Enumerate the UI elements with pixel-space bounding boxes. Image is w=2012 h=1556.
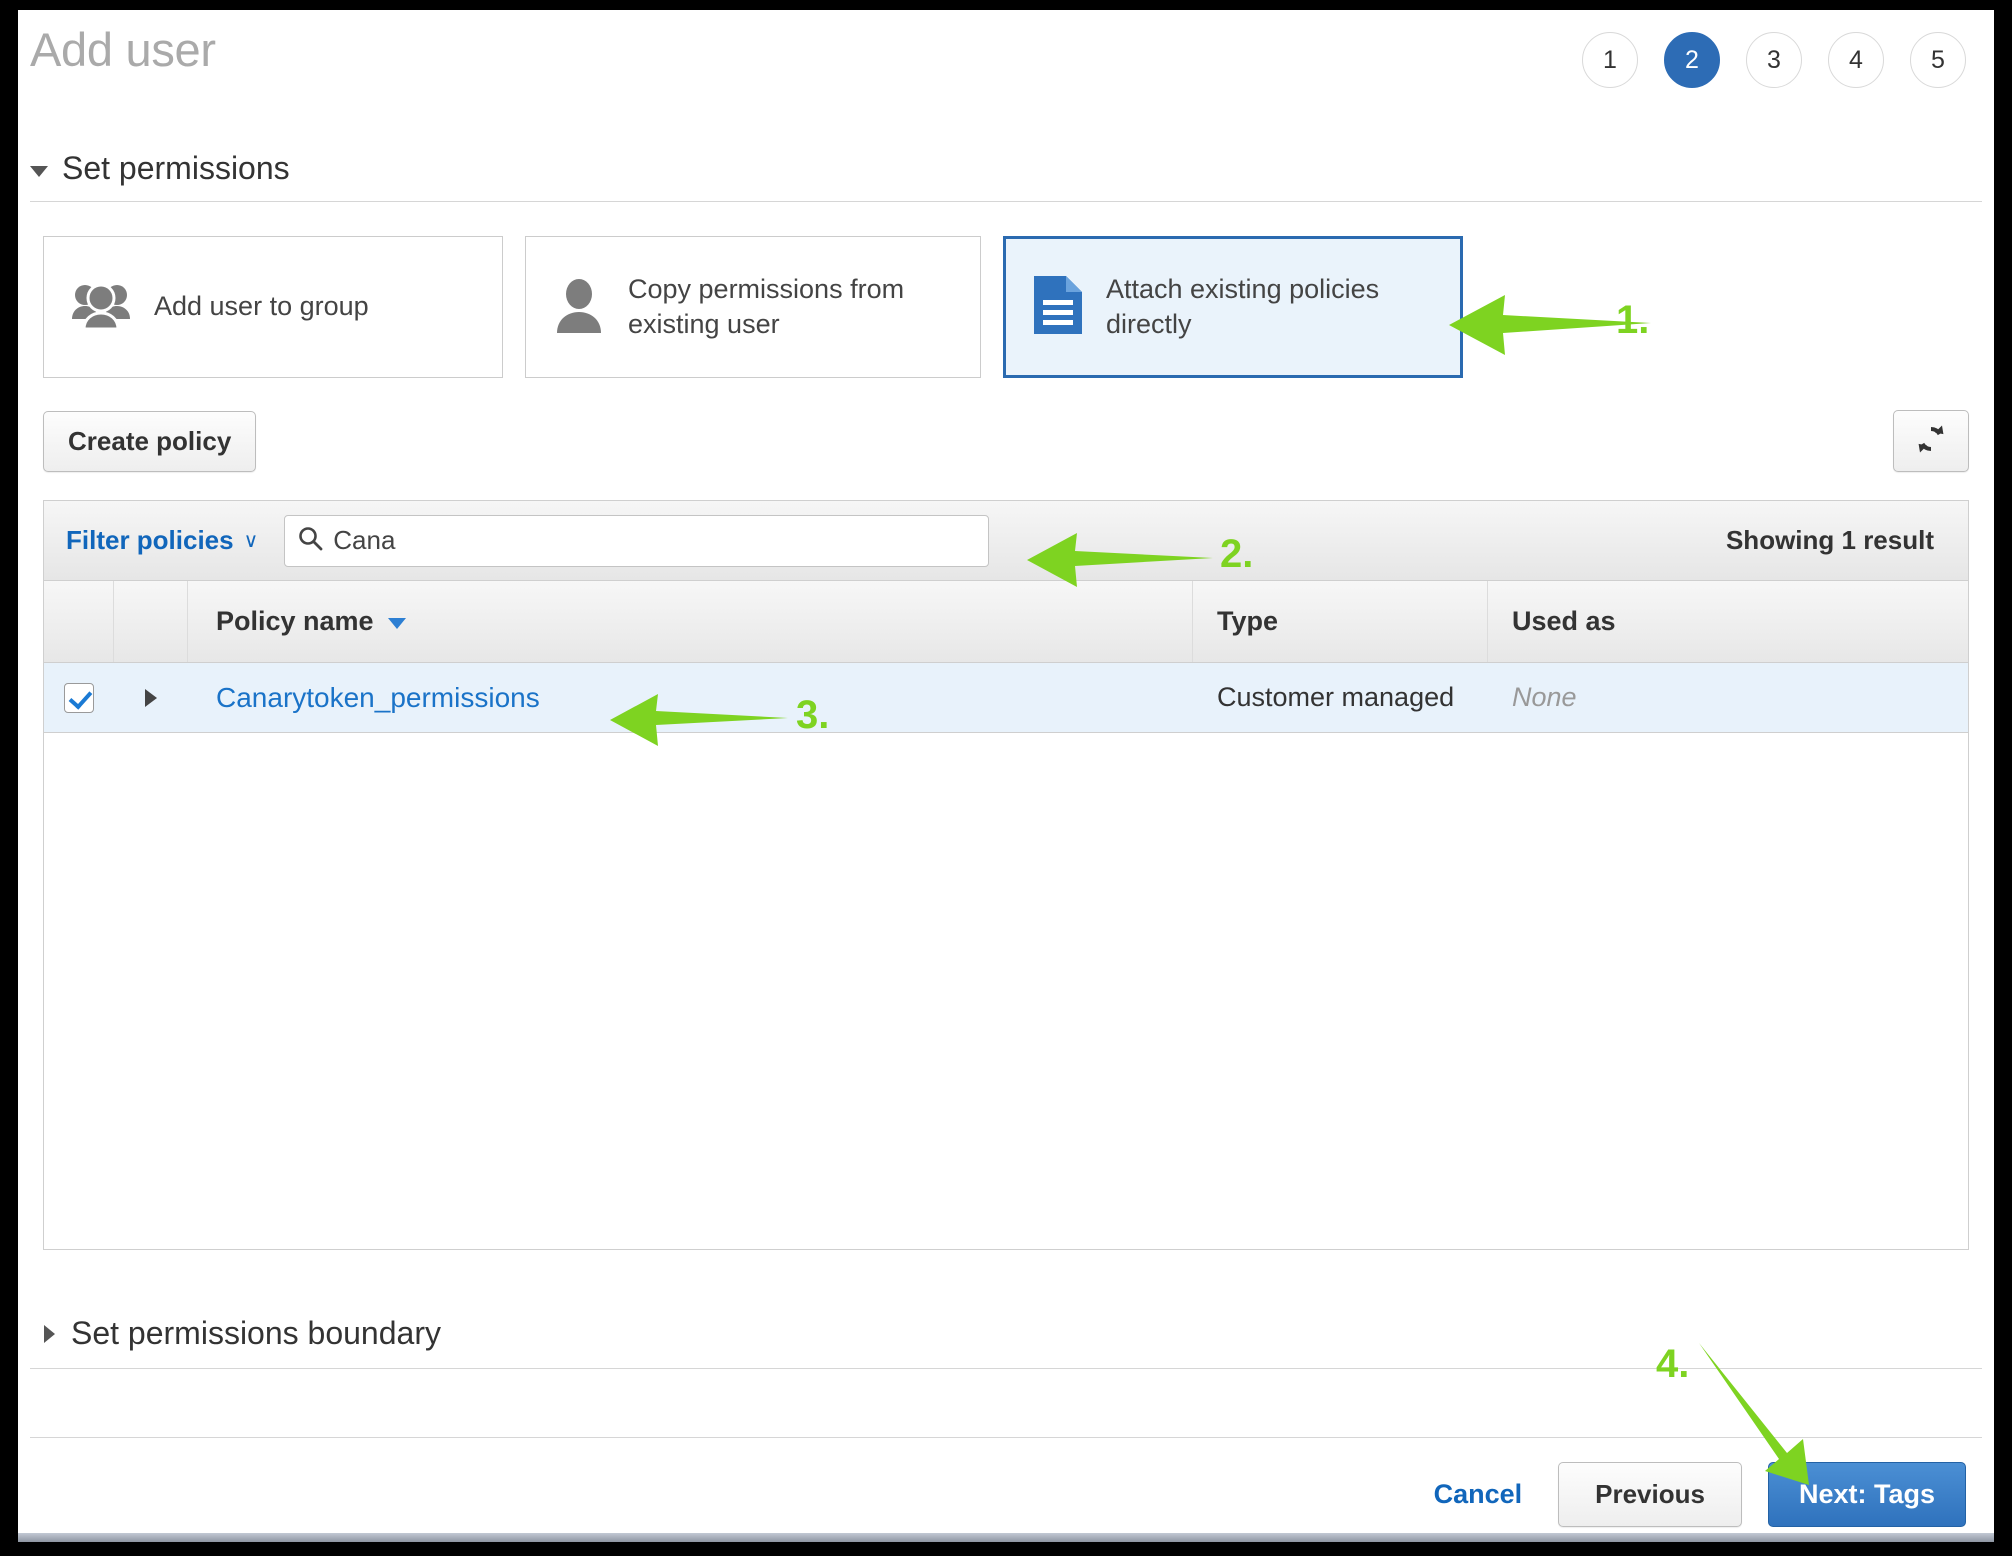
step-2[interactable]: 2 — [1664, 32, 1720, 88]
policy-name-header[interactable]: Policy name — [188, 581, 1193, 662]
type-header-label: Type — [1217, 606, 1279, 636]
refresh-button[interactable] — [1893, 410, 1969, 472]
policy-search-input[interactable]: Cana — [284, 514, 990, 567]
screenshot-frame: Add user 1 2 3 4 5 Set permissions Add u… — [0, 0, 2012, 1556]
step-3[interactable]: 3 — [1746, 32, 1802, 88]
set-permissions-label: Set permissions — [62, 150, 290, 186]
copy-permissions-label: Copy permissions from existing user — [628, 273, 905, 339]
page-header: Add user 1 2 3 4 5 — [18, 10, 1994, 138]
attach-existing-policies-card[interactable]: Attach existing policies directly — [1003, 236, 1463, 378]
section-divider — [30, 201, 1982, 202]
sort-descending-icon — [387, 618, 406, 629]
cancel-button[interactable]: Cancel — [1424, 1479, 1533, 1510]
window-bottom-bar — [18, 1533, 1994, 1542]
step-4[interactable]: 4 — [1828, 32, 1884, 88]
annotation-arrow-1 — [1449, 295, 1651, 355]
filter-policies-dropdown[interactable]: Filter policies ∨ — [66, 525, 258, 556]
policy-name-link[interactable]: Canarytoken_permissions — [216, 682, 540, 714]
permission-option-cards: Add user to group Copy permissions from … — [43, 236, 1463, 378]
used-as-header[interactable]: Used as — [1488, 581, 1968, 662]
user-icon — [552, 277, 606, 338]
policy-name-cell: Canarytoken_permissions — [188, 663, 1193, 732]
chevron-right-icon — [44, 1324, 55, 1343]
document-icon — [1032, 274, 1084, 341]
permissions-boundary-label: Set permissions boundary — [71, 1315, 441, 1351]
filter-policies-label: Filter policies — [66, 525, 234, 555]
expand-header-cell — [114, 581, 188, 662]
policy-used-as-cell: None — [1488, 663, 1968, 732]
policies-filter-bar: Filter policies ∨ Cana Showing 1 result — [44, 501, 1968, 581]
add-user-to-group-label: Add user to group — [154, 291, 369, 322]
step-indicator: 1 2 3 4 5 — [1582, 32, 1966, 88]
create-policy-button[interactable]: Create policy — [43, 410, 257, 472]
wizard-footer: Cancel Previous Next: Tags — [1424, 1462, 1966, 1527]
policies-table: Filter policies ∨ Cana Showing 1 result … — [43, 500, 1969, 1250]
policy-toolbar: Create policy — [43, 410, 1969, 472]
search-icon — [297, 525, 323, 556]
attach-existing-policies-label: Attach existing policies directly — [1106, 273, 1380, 339]
refresh-icon — [1914, 422, 1948, 461]
select-all-header-cell — [44, 581, 114, 662]
annotation-label-1: 1. — [1616, 298, 1650, 342]
results-count-label: Showing 1 result — [1725, 525, 1934, 555]
footer-divider — [30, 1437, 1982, 1438]
row-checkbox-cell[interactable] — [44, 663, 114, 732]
page-title: Add user — [30, 23, 216, 76]
step-1[interactable]: 1 — [1582, 32, 1638, 88]
used-as-header-label: Used as — [1512, 606, 1616, 636]
previous-button[interactable]: Previous — [1558, 1462, 1742, 1527]
policy-type-cell: Customer managed — [1217, 682, 1455, 712]
policy-search-value: Cana — [333, 525, 396, 555]
boundary-divider — [30, 1368, 1982, 1369]
add-user-to-group-card[interactable]: Add user to group — [43, 236, 503, 378]
chevron-down-icon: ∨ — [243, 530, 259, 552]
copy-permissions-card[interactable]: Copy permissions from existing user — [525, 236, 981, 378]
type-header[interactable]: Type — [1193, 581, 1488, 662]
chevron-right-icon[interactable] — [145, 688, 157, 707]
next-tags-button[interactable]: Next: Tags — [1767, 1462, 1966, 1527]
row-expand-cell[interactable] — [114, 663, 188, 732]
users-group-icon — [70, 279, 132, 336]
step-5[interactable]: 5 — [1910, 32, 1966, 88]
permissions-boundary-title-row[interactable]: Set permissions boundary — [30, 1315, 1982, 1368]
chevron-down-icon — [30, 165, 48, 177]
table-row[interactable]: Canarytoken_permissions Customer managed… — [44, 663, 1968, 733]
policy-name-header-label: Policy name — [216, 606, 374, 636]
add-user-page: Add user 1 2 3 4 5 Set permissions Add u… — [18, 10, 1994, 1542]
set-permissions-section-header: Set permissions — [30, 150, 1982, 202]
table-header-row: Policy name Type Used as — [44, 581, 1968, 663]
policy-used-as-value: None — [1512, 682, 1577, 712]
set-permissions-title-row[interactable]: Set permissions — [30, 150, 1982, 201]
policy-row-checkbox[interactable] — [64, 682, 94, 713]
permissions-boundary-section: Set permissions boundary — [30, 1315, 1982, 1369]
